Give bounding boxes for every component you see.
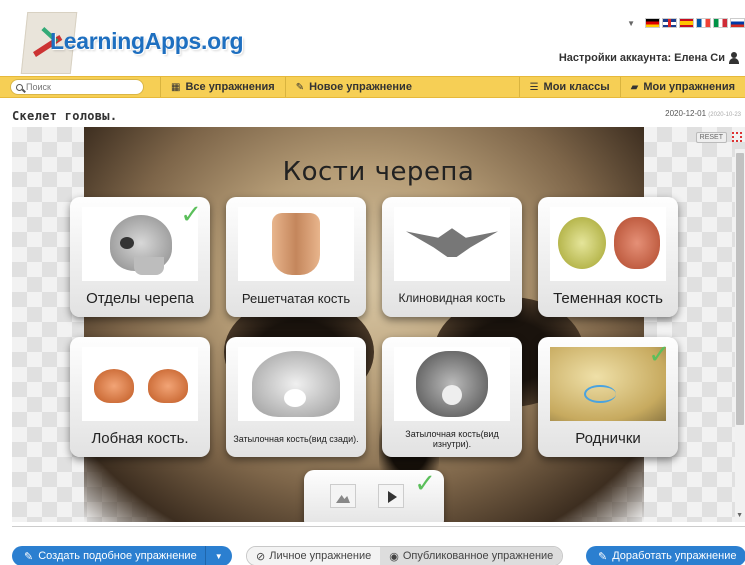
card-occipital-back[interactable]: Затылочная кость(вид сзади). bbox=[226, 337, 366, 457]
account-label: Настройки аккаунта: Елена Си bbox=[558, 52, 725, 64]
language-selector[interactable]: ▼ bbox=[627, 18, 745, 28]
create-similar-label: Создать подобное упражнение bbox=[38, 550, 197, 562]
check-icon: ✓ bbox=[414, 468, 436, 498]
account-settings-link[interactable]: Настройки аккаунта: Елена Си bbox=[559, 52, 739, 64]
edit-icon: ✎ bbox=[24, 550, 34, 563]
card-label: Роднички bbox=[575, 430, 641, 448]
card-skull-sections[interactable]: Отделы черепа ✓ bbox=[70, 197, 210, 317]
nav-new-exercise-label: Новое упражнение bbox=[309, 81, 412, 93]
pencil-icon: ✎ bbox=[598, 550, 608, 563]
divider bbox=[12, 526, 745, 527]
user-icon bbox=[729, 52, 739, 64]
exercise-title: Скелет головы. bbox=[12, 109, 118, 123]
card-thumbnail bbox=[550, 207, 666, 281]
scrollbar-thumb[interactable] bbox=[736, 153, 744, 425]
card-label: Затылочная кость(вид изнутри). bbox=[405, 428, 499, 449]
nav-my-classes[interactable]: ☰ Мои классы bbox=[518, 77, 620, 97]
flag-es-icon[interactable] bbox=[679, 18, 694, 28]
card-label: Лобная кость. bbox=[91, 430, 189, 448]
flag-ru-icon[interactable] bbox=[730, 18, 745, 28]
card-label: Отделы черепа bbox=[86, 290, 194, 308]
eye-icon: ◉ bbox=[389, 550, 399, 563]
create-similar-main[interactable]: ✎ Создать подобное упражнение bbox=[12, 550, 205, 563]
nav-all-exercises-label: Все упражнения bbox=[185, 81, 275, 93]
card-fontanelles[interactable]: Роднички ✓ bbox=[538, 337, 678, 457]
exercise-date-main: 2020-12-01 bbox=[665, 109, 707, 118]
logo[interactable]: LearningApps.org bbox=[12, 12, 262, 74]
published-option-label: Опубликованное упражнение bbox=[402, 550, 554, 562]
private-option[interactable]: ⊘ Личное упражнение bbox=[247, 547, 381, 565]
card-thumbnail bbox=[238, 207, 354, 281]
card-thumbnail bbox=[238, 347, 354, 421]
card-thumbnail bbox=[82, 347, 198, 421]
scroll-down-arrow-icon[interactable]: ▼ bbox=[736, 512, 743, 519]
flag-de-icon[interactable] bbox=[645, 18, 660, 28]
check-icon: ✓ bbox=[180, 199, 202, 229]
eye-slash-icon: ⊘ bbox=[256, 550, 266, 563]
pencil-icon: ✎ bbox=[295, 81, 305, 93]
exercise-date: 2020-12-01 (2020-10-23 bbox=[665, 109, 741, 118]
video-icon bbox=[378, 484, 404, 508]
card-parietal-bone[interactable]: Теменная кость bbox=[538, 197, 678, 317]
search-input[interactable] bbox=[26, 82, 126, 92]
caret-down-icon[interactable]: ▼ bbox=[204, 546, 232, 565]
search-box[interactable] bbox=[10, 79, 144, 95]
check-icon: ✓ bbox=[648, 339, 670, 369]
flag-fr-icon[interactable] bbox=[696, 18, 711, 28]
nav-new-exercise[interactable]: ✎ Новое упражнение bbox=[284, 77, 422, 97]
nav-my-classes-label: Мои классы bbox=[543, 81, 610, 93]
flag-gb-icon[interactable] bbox=[662, 18, 677, 28]
flag-it-icon[interactable] bbox=[713, 18, 728, 28]
logo-text: LearningApps.org bbox=[50, 28, 244, 54]
caret-down-icon[interactable]: ▼ bbox=[627, 19, 635, 28]
create-similar-button[interactable]: ✎ Создать подобное упражнение ▼ bbox=[12, 546, 232, 565]
improve-exercise-button[interactable]: ✎ Доработать упражнение bbox=[586, 546, 745, 565]
search-icon bbox=[16, 83, 23, 91]
card-frontal-bone[interactable]: Лобная кость. bbox=[70, 337, 210, 457]
nav-all-exercises[interactable]: ▦ Все упражнения bbox=[160, 77, 285, 97]
nav-my-exercises-label: Мои упражнения bbox=[643, 81, 735, 93]
card-label: Затылочная кость(вид сзади). bbox=[233, 433, 359, 444]
improve-exercise-label: Доработать упражнение bbox=[612, 550, 737, 562]
exercise-date-created: (2020-10-23 bbox=[708, 112, 741, 118]
private-option-label: Личное упражнение bbox=[269, 550, 372, 562]
card-thumbnail bbox=[394, 207, 510, 281]
exercise-heading: Кости черепа bbox=[282, 157, 475, 187]
visibility-toggle: ⊘ Личное упражнение ◉ Опубликованное упр… bbox=[246, 546, 564, 565]
exercise-frame: Кости черепа RESET ▼ Отделы черепа ✓ Реш… bbox=[12, 127, 745, 522]
main-navbar: ▦ Все упражнения ✎ Новое упражнение ☰ Мо… bbox=[0, 76, 745, 98]
exercise-title-row: Скелет головы. 2020-12-01 (2020-10-23 bbox=[0, 104, 745, 126]
card-label: Решетчатая кость bbox=[241, 290, 351, 306]
folder-icon: ▰ bbox=[630, 81, 639, 93]
grid-icon: ▦ bbox=[171, 81, 181, 93]
nav-my-exercises[interactable]: ▰ Мои упражнения bbox=[619, 77, 745, 97]
card-label: Клиновидная кость bbox=[398, 291, 506, 306]
card-label: Теменная кость bbox=[553, 290, 663, 308]
card-ethmoid-bone[interactable]: Решетчатая кость bbox=[226, 197, 366, 317]
page: LearningApps.org ▼ Настройки аккаунта: Е… bbox=[0, 0, 745, 565]
card-media[interactable]: ✓ bbox=[304, 468, 444, 522]
published-option[interactable]: ◉ Опубликованное упражнение bbox=[380, 547, 563, 565]
fullscreen-icon[interactable] bbox=[732, 132, 742, 142]
card-thumbnail bbox=[394, 347, 510, 421]
reset-button[interactable]: RESET bbox=[695, 132, 727, 143]
image-icon bbox=[330, 484, 356, 508]
list-icon: ☰ bbox=[529, 81, 539, 93]
card-occipital-inside[interactable]: Затылочная кость(вид изнутри). bbox=[382, 337, 522, 457]
card-sphenoid-bone[interactable]: Клиновидная кость bbox=[382, 197, 522, 317]
